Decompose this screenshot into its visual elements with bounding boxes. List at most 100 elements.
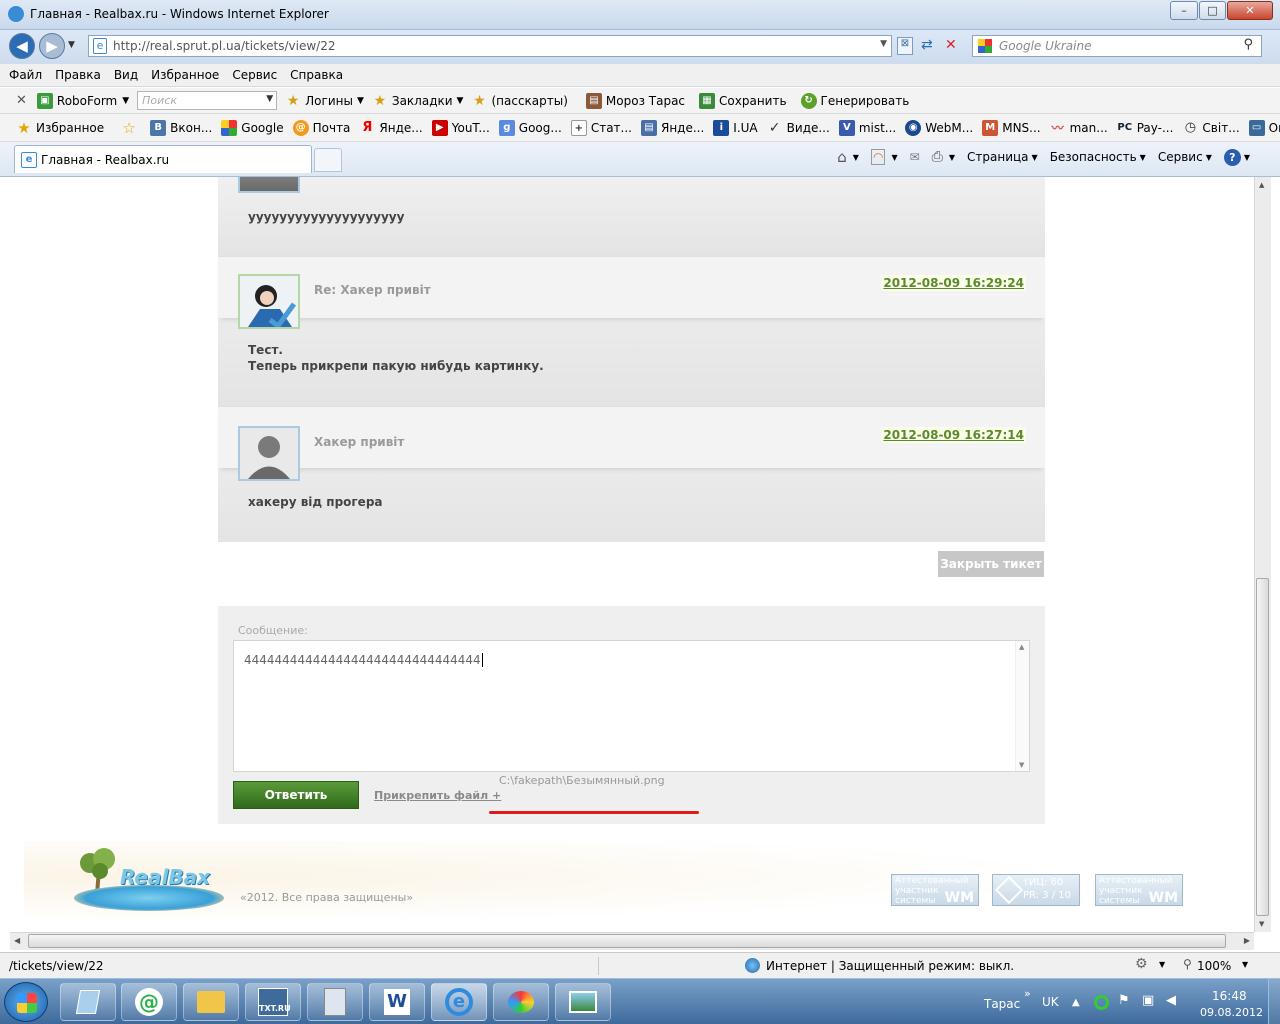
- clock-time[interactable]: 16:48: [1212, 989, 1247, 1003]
- scroll-left-icon[interactable]: ◀: [14, 936, 20, 945]
- home-icon[interactable]: ⌂: [837, 148, 847, 166]
- help-dropdown-icon[interactable]: ▼: [1244, 153, 1250, 162]
- menu-view[interactable]: Вид: [114, 68, 138, 82]
- tray-network-icon[interactable]: ▣: [1142, 993, 1154, 1008]
- fav-item-iua[interactable]: i I.UA: [713, 119, 758, 136]
- add-favorite-button[interactable]: ☆: [121, 120, 141, 136]
- fav-item-online[interactable]: ▭Онла...: [1248, 119, 1280, 136]
- scroll-up-icon[interactable]: ▲: [1019, 643, 1024, 651]
- zoom-level[interactable]: 100%: [1197, 959, 1231, 973]
- print-dropdown-icon[interactable]: ▼: [949, 153, 955, 162]
- fav-item-man[interactable]: 〰 man...: [1050, 120, 1108, 136]
- reply-button[interactable]: Ответить: [233, 781, 359, 809]
- maximize-button[interactable]: □: [1199, 1, 1226, 20]
- tic-pr-badge[interactable]: тИЦ: 60 PR: 3 / 10: [992, 874, 1080, 906]
- textarea-scrollbar[interactable]: ▲ ▼: [1015, 641, 1029, 771]
- bookmarks-menu[interactable]: Закладки: [392, 94, 453, 108]
- fav-item-webmoney[interactable]: ◉ WebM...: [905, 119, 973, 136]
- safety-dropdown-icon[interactable]: ▼: [1140, 153, 1146, 162]
- fav-item-mns[interactable]: M MNS...: [982, 119, 1041, 136]
- logins-dropdown-icon[interactable]: ▼: [357, 96, 364, 106]
- compat-view-icon[interactable]: ⊠: [897, 37, 913, 55]
- tray-volume-icon[interactable]: ◀: [1166, 993, 1176, 1008]
- new-tab-button[interactable]: [314, 148, 342, 172]
- menu-tools[interactable]: Сервис: [232, 68, 277, 82]
- scroll-up-icon[interactable]: ▲: [1259, 181, 1264, 189]
- logins-menu[interactable]: Логины: [305, 94, 353, 108]
- stop-icon[interactable]: ✕: [945, 37, 957, 53]
- menu-help[interactable]: Справка: [290, 68, 343, 82]
- favorites-button[interactable]: ★ Избранное: [16, 120, 104, 136]
- settings-gear-icon[interactable]: ⚙: [1135, 956, 1148, 972]
- zoom-dropdown-icon[interactable]: ▼: [1242, 960, 1248, 969]
- fav-item-svit[interactable]: ◷ Світ...: [1182, 120, 1240, 136]
- fav-item-stats[interactable]: + Стат...: [570, 119, 632, 136]
- taskbar-app-txt[interactable]: TXT.RU: [245, 983, 301, 1021]
- refresh-icon[interactable]: ⇄: [921, 37, 933, 53]
- webmoney-badge-2[interactable]: Аттестованный участник системы WM: [1095, 874, 1183, 906]
- taskbar-app-calculator[interactable]: [307, 983, 363, 1021]
- taskbar-app-photos[interactable]: [555, 983, 611, 1021]
- fav-item-pay[interactable]: PC Pay-...: [1117, 120, 1173, 136]
- print-icon[interactable]: ⎙: [932, 149, 943, 165]
- taskbar-app-agent[interactable]: @: [121, 983, 177, 1021]
- taskbar-app-explorer[interactable]: [183, 983, 239, 1021]
- show-desktop-button[interactable]: [1268, 979, 1280, 1024]
- fav-item-yandex[interactable]: Я Янде...: [359, 120, 422, 136]
- clock-date[interactable]: 09.08.2012: [1200, 1006, 1263, 1019]
- search-icon[interactable]: ⚲: [1243, 37, 1253, 52]
- minimize-button[interactable]: –: [1170, 1, 1198, 20]
- close-window-button[interactable]: ✕: [1227, 1, 1273, 20]
- fav-item-mail[interactable]: @ Почта: [292, 119, 350, 136]
- tab-realbax[interactable]: e Главная - Realbax.ru: [14, 145, 312, 173]
- taskbar-app-mail[interactable]: [60, 983, 116, 1021]
- page-menu[interactable]: Страница: [967, 150, 1029, 164]
- page-dropdown-icon[interactable]: ▼: [1032, 153, 1038, 162]
- bookmarks-dropdown-icon[interactable]: ▼: [457, 96, 464, 106]
- fav-item-google2[interactable]: g Goog...: [498, 119, 562, 136]
- security-zone[interactable]: Интернет | Защищенный режим: выкл.: [766, 959, 1014, 973]
- tray-icq-icon[interactable]: [1094, 995, 1109, 1010]
- home-dropdown-icon[interactable]: ▼: [853, 153, 859, 162]
- address-dropdown-icon[interactable]: ▼: [880, 39, 887, 49]
- taskbar-app-paint[interactable]: [493, 983, 549, 1021]
- save-button[interactable]: Сохранить: [719, 94, 787, 108]
- feeds-icon[interactable]: ◠: [870, 149, 886, 165]
- passcards-menu[interactable]: (пасскарты): [491, 94, 567, 108]
- toolbar-close-icon[interactable]: ✕: [16, 93, 27, 108]
- horizontal-scroll-thumb[interactable]: [28, 934, 1226, 948]
- fav-item-mist[interactable]: Vmist...: [838, 119, 896, 136]
- fav-item-video[interactable]: ✓ Виде...: [767, 120, 830, 136]
- zoom-icon[interactable]: ⚲: [1183, 957, 1192, 971]
- back-button[interactable]: ◀: [9, 33, 35, 59]
- roboform-search-input[interactable]: Поиск ▼: [137, 91, 278, 110]
- tools-menu[interactable]: Сервис: [1158, 150, 1203, 164]
- address-bar[interactable]: e http://real.sprut.pl.ua/tickets/view/2…: [88, 35, 892, 57]
- search-box[interactable]: Google Ukraine ⚲: [972, 35, 1262, 57]
- safety-menu[interactable]: Безопасность: [1050, 150, 1137, 164]
- webmoney-badge[interactable]: Аттестованный участник системы WM: [891, 874, 979, 906]
- settings-dropdown-icon[interactable]: ▼: [1159, 960, 1165, 969]
- taskbar-app-ie[interactable]: e: [431, 983, 487, 1021]
- feeds-dropdown-icon[interactable]: ▼: [891, 153, 897, 162]
- generate-button[interactable]: Генерировать: [821, 94, 910, 108]
- fav-item-google[interactable]: Google: [221, 119, 284, 136]
- attach-file-link[interactable]: Прикрепить файл +: [374, 789, 501, 802]
- roboform-label[interactable]: RoboForm: [57, 94, 117, 108]
- tray-flag-icon[interactable]: ⚑: [1118, 993, 1130, 1008]
- message-date[interactable]: 2012-08-09 16:29:24: [881, 275, 1026, 291]
- message-date[interactable]: 2012-08-09 16:27:14: [881, 427, 1026, 443]
- menu-file[interactable]: Файл: [9, 68, 42, 82]
- fav-item-youtube[interactable]: ▶ YouT...: [431, 119, 490, 136]
- scroll-right-icon[interactable]: ▶: [1244, 936, 1250, 945]
- site-logo[interactable]: RealBax: [120, 865, 210, 889]
- close-ticket-button[interactable]: Закрыть тикет: [938, 551, 1044, 577]
- tools-dropdown-icon[interactable]: ▼: [1206, 153, 1212, 162]
- history-dropdown-icon[interactable]: ▼: [68, 40, 75, 50]
- fav-item-yandex2[interactable]: ▤ Янде...: [640, 119, 704, 136]
- identity-menu[interactable]: Мороз Тарас: [606, 94, 685, 108]
- tray-language[interactable]: UK: [1042, 995, 1059, 1009]
- roboform-search-dropdown-icon[interactable]: ▼: [266, 94, 273, 104]
- roboform-dropdown-icon[interactable]: ▼: [122, 96, 129, 106]
- help-icon[interactable]: ?: [1223, 148, 1241, 166]
